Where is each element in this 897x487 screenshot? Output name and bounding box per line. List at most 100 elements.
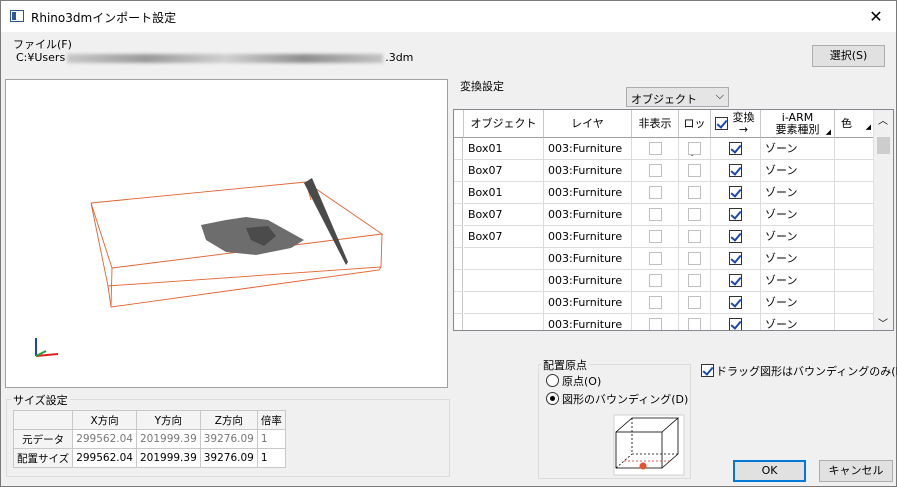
row-header[interactable] (454, 138, 463, 160)
cell-iarm-type[interactable]: ゾーン (761, 182, 835, 204)
conversion-table[interactable]: オブジェクト レイヤ 非表示 ロック 変換 → i-ARM 要素種別 ◢ 色 ◢… (453, 109, 894, 331)
scroll-up-icon[interactable]: ︿ (878, 112, 888, 127)
cell-layer[interactable]: 003:Furniture (544, 160, 632, 182)
close-button[interactable]: ✕ (856, 1, 896, 32)
lock-checkbox[interactable] (688, 230, 701, 243)
cell-iarm-type[interactable]: ゾーン (761, 160, 835, 182)
hidden-checkbox[interactable] (648, 186, 662, 199)
object-combo[interactable]: オブジェクト ⌵ (626, 87, 729, 107)
cell-layer[interactable]: 003:Furniture (544, 270, 632, 292)
cell-object[interactable]: Box07 (464, 204, 544, 226)
ok-button[interactable]: OK (733, 460, 806, 482)
row-header[interactable] (454, 204, 463, 226)
header-convert[interactable]: 変換 → (711, 110, 761, 138)
convert-checkbox[interactable] (729, 274, 742, 287)
cell-object[interactable] (464, 292, 544, 314)
cell-object[interactable]: Box01 (464, 182, 544, 204)
cell-iarm-type[interactable]: ゾーン (761, 226, 835, 248)
cell-iarm-type[interactable]: ゾーン (761, 204, 835, 226)
header-hidden[interactable]: 非表示 (632, 110, 679, 138)
placed-scale[interactable]: 1 (256, 448, 286, 468)
convert-checkbox[interactable] (729, 208, 742, 221)
cell-iarm-type[interactable]: ゾーン (761, 270, 835, 292)
row-header[interactable] (454, 248, 463, 270)
drag-bounding-label[interactable]: ドラッグ図形はバウンディングのみ(R) (716, 363, 897, 379)
table-scrollbar[interactable]: ︿ ﹀ (873, 110, 893, 330)
lock-checkbox[interactable] (688, 142, 701, 155)
convert-checkbox[interactable] (729, 142, 742, 155)
convert-checkbox[interactable] (729, 230, 742, 243)
3d-preview-viewport[interactable] (5, 79, 448, 388)
cell-layer[interactable]: 003:Furniture (544, 314, 632, 330)
placed-y[interactable]: 201999.39 (135, 448, 201, 468)
convert-checkbox[interactable] (729, 186, 742, 199)
cell-layer[interactable]: 003:Furniture (544, 182, 632, 204)
row-header[interactable] (454, 226, 463, 248)
cell-iarm-type[interactable]: ゾーン (761, 292, 835, 314)
row-header[interactable] (454, 314, 463, 330)
cell-color[interactable] (835, 160, 875, 182)
cell-object[interactable] (464, 248, 544, 270)
header-iarm-type[interactable]: i-ARM 要素種別 ◢ (761, 110, 835, 138)
hidden-checkbox[interactable] (648, 142, 662, 155)
select-file-button[interactable]: 選択(S) (812, 45, 885, 67)
lock-checkbox[interactable] (688, 274, 701, 287)
row-header[interactable] (454, 160, 463, 182)
cell-iarm-type[interactable]: ゾーン (761, 248, 835, 270)
lock-checkbox[interactable] (688, 252, 701, 265)
origin-radio[interactable] (546, 374, 559, 387)
cell-iarm-type[interactable]: ゾーン (761, 314, 835, 330)
cell-object[interactable] (464, 270, 544, 292)
lock-checkbox[interactable] (688, 164, 701, 177)
cell-color[interactable] (835, 138, 875, 160)
convert-checkbox[interactable] (729, 164, 742, 177)
cell-color[interactable] (835, 314, 875, 330)
hidden-checkbox[interactable] (648, 230, 662, 243)
row-header[interactable] (454, 182, 463, 204)
cell-layer[interactable]: 003:Furniture (544, 248, 632, 270)
placed-z[interactable]: 39276.09 (199, 448, 258, 468)
header-color[interactable]: 色 ◢ (835, 110, 875, 138)
header-lock[interactable]: ロック (679, 110, 711, 158)
convert-checkbox[interactable] (729, 318, 742, 330)
header-layer[interactable]: レイヤ (544, 110, 632, 138)
origin-radio-label[interactable]: 原点(O) (562, 373, 601, 389)
cell-object[interactable]: Box07 (464, 226, 544, 248)
lock-checkbox[interactable] (688, 186, 701, 199)
cell-color[interactable] (835, 182, 875, 204)
lock-checkbox[interactable] (688, 208, 701, 221)
convert-checkbox[interactable] (729, 252, 742, 265)
cell-layer[interactable]: 003:Furniture (544, 204, 632, 226)
bounding-radio-label[interactable]: 図形のバウンディング(D) (562, 391, 688, 407)
cell-object[interactable] (464, 314, 544, 330)
cell-object[interactable]: Box01 (464, 138, 544, 160)
lock-checkbox[interactable] (688, 296, 701, 309)
cell-color[interactable] (835, 270, 875, 292)
cell-color[interactable] (835, 292, 875, 314)
cell-layer[interactable]: 003:Furniture (544, 226, 632, 248)
cell-color[interactable] (835, 226, 875, 248)
bounding-radio[interactable] (546, 392, 559, 405)
convert-all-checkbox[interactable] (715, 117, 728, 130)
cell-color[interactable] (835, 204, 875, 226)
convert-checkbox[interactable] (729, 296, 742, 309)
hidden-checkbox[interactable] (648, 252, 662, 265)
cancel-button[interactable]: キャンセル (819, 460, 893, 482)
cell-layer[interactable]: 003:Furniture (544, 292, 632, 314)
scroll-thumb[interactable] (877, 137, 890, 154)
header-object[interactable]: オブジェクト (464, 110, 544, 138)
scroll-down-icon[interactable]: ﹀ (878, 315, 888, 330)
hidden-checkbox[interactable] (648, 296, 662, 309)
placed-x[interactable]: 299562.04 (72, 448, 137, 468)
hidden-checkbox[interactable] (648, 164, 662, 177)
hidden-checkbox[interactable] (648, 208, 662, 221)
hidden-checkbox[interactable] (648, 274, 662, 287)
cell-iarm-type[interactable]: ゾーン (761, 138, 835, 160)
cell-color[interactable] (835, 248, 875, 270)
cell-object[interactable]: Box07 (464, 160, 544, 182)
row-header[interactable] (454, 270, 463, 292)
cell-layer[interactable]: 003:Furniture (544, 138, 632, 160)
lock-checkbox[interactable] (688, 318, 701, 330)
row-header[interactable] (454, 292, 463, 314)
drag-bounding-checkbox[interactable] (701, 364, 714, 377)
